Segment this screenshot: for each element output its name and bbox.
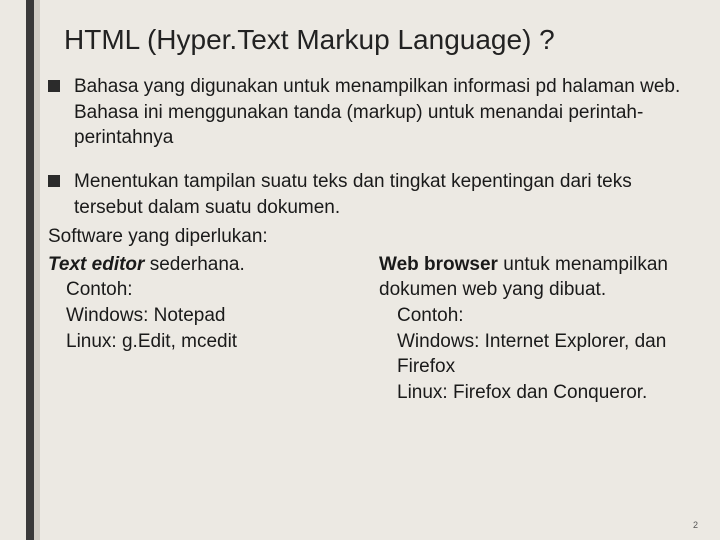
text-editor-label: Text editor bbox=[48, 254, 144, 275]
square-bullet-icon bbox=[48, 80, 60, 92]
web-browser-windows: Windows: Internet Explorer, dan Firefox bbox=[379, 329, 700, 380]
text-editor-linux: Linux: g.Edit, mcedit bbox=[48, 329, 369, 355]
page-number: 2 bbox=[693, 520, 698, 530]
web-browser-linux: Linux: Firefox dan Conqueror. bbox=[379, 380, 700, 406]
left-stripe-light bbox=[34, 0, 40, 540]
web-browser-column: Web browser untuk menampilkan dokumen we… bbox=[379, 252, 700, 406]
text-editor-column: Text editor sederhana. Contoh: Windows: … bbox=[48, 252, 369, 406]
slide-content: HTML (Hyper.Text Markup Language) ? Baha… bbox=[48, 0, 700, 540]
bullet-item: Bahasa yang digunakan untuk menampilkan … bbox=[48, 74, 700, 151]
software-heading: Software yang diperlukan: bbox=[48, 224, 700, 250]
software-columns: Text editor sederhana. Contoh: Windows: … bbox=[48, 252, 700, 406]
square-bullet-icon bbox=[48, 175, 60, 187]
bullet-item: Menentukan tampilan suatu teks dan tingk… bbox=[48, 169, 700, 220]
web-browser-lead: Web browser untuk menampilkan dokumen we… bbox=[379, 252, 700, 303]
bullet-text: Bahasa yang digunakan untuk menampilkan … bbox=[74, 74, 700, 151]
slide-title: HTML (Hyper.Text Markup Language) ? bbox=[64, 24, 700, 56]
text-editor-windows: Windows: Notepad bbox=[48, 303, 369, 329]
web-browser-label: Web browser bbox=[379, 254, 498, 275]
bullet-text: Menentukan tampilan suatu teks dan tingk… bbox=[74, 169, 700, 220]
web-browser-contoh: Contoh: bbox=[379, 303, 700, 329]
text-editor-lead: Text editor sederhana. bbox=[48, 252, 369, 278]
text-editor-contoh: Contoh: bbox=[48, 277, 369, 303]
text-editor-desc: sederhana. bbox=[144, 254, 244, 275]
left-stripe-dark bbox=[26, 0, 34, 540]
